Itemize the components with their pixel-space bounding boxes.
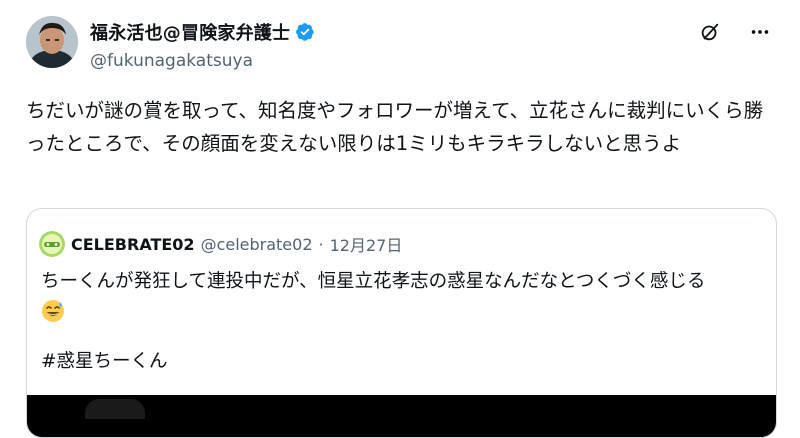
quoted-post[interactable]: CELEBRATE02 @celebrate02 · 12月27日 ちーくんが発… (26, 208, 777, 438)
more-options-icon[interactable] (748, 20, 772, 44)
grok-icon[interactable] (698, 20, 722, 44)
author-block: 福永活也@冒険家弁護士 @fukunagakatsuya (90, 19, 315, 71)
author-handle[interactable]: @fukunagakatsuya (90, 51, 315, 71)
post-text: ちだいが謎の賞を取って、知名度やフォロワーが増えて、立花さんに裁判にいくら勝った… (26, 99, 764, 155)
quoted-separator: · (318, 234, 324, 254)
quoted-author-handle[interactable]: @celebrate02 (201, 235, 313, 254)
quoted-post-header: CELEBRATE02 @celebrate02 · 12月27日 (39, 231, 402, 257)
post-card: 福永活也@冒険家弁護士 @fukunagakatsuya ちだいが謎の賞を取って… (0, 0, 800, 438)
author-name[interactable]: 福永活也@冒険家弁護士 (90, 19, 290, 45)
quoted-author-avatar[interactable] (39, 231, 65, 257)
quoted-post-text: ちーくんが発狂して連投中だが、恒星立花孝志の惑星なんだなとつくづく感じる (41, 271, 706, 292)
verified-badge-icon (295, 22, 315, 42)
sweat-smile-emoji-icon (41, 299, 65, 323)
quoted-media[interactable] (27, 395, 776, 437)
quoted-hashtag[interactable]: #惑星ちーくん (41, 347, 168, 373)
quoted-post-date[interactable]: 12月27日 (330, 232, 403, 256)
author-avatar[interactable] (26, 16, 78, 68)
quoted-author-name[interactable]: CELEBRATE02 (71, 235, 195, 254)
post-actions-top (698, 20, 772, 44)
media-preview-shape (85, 399, 145, 419)
